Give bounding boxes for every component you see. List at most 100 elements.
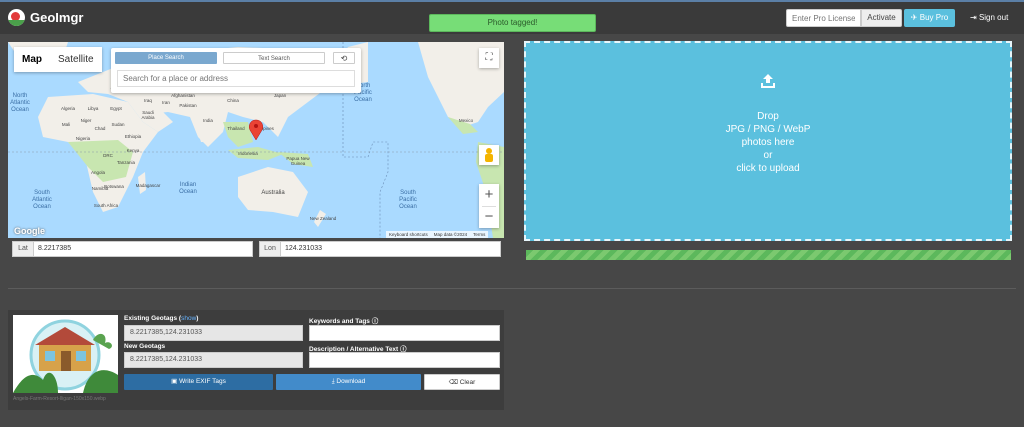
upload-progress-bar xyxy=(526,250,1011,260)
sign-out-link[interactable]: ⇥ Sign out xyxy=(970,9,1008,27)
buy-pro-button[interactable]: ✈ Buy Pro xyxy=(904,9,955,27)
label-nigeria: Nigeria xyxy=(76,136,91,141)
resort-photo-image xyxy=(13,319,118,393)
existing-geotags-field: 8.2217385,124.231033 xyxy=(124,325,303,341)
label-algeria: Algeria xyxy=(61,106,76,111)
map-data-credit: Map data ©2024 xyxy=(433,232,468,237)
lon-label: Lon xyxy=(260,242,281,256)
new-geotags-field[interactable]: 8.2217385,124.231033 xyxy=(124,352,303,368)
label-tanzania: Tanzania xyxy=(117,160,136,165)
new-geotags-label: New Geotags xyxy=(124,343,166,350)
dropzone-text: Drop JPG / PNG / WebP photos here or cli… xyxy=(526,110,1010,175)
label-libya: Libya xyxy=(88,106,99,111)
lat-field: Lat 8.2217385 xyxy=(12,241,253,257)
label-mali: Mali xyxy=(62,122,70,127)
label-indonesia: Indonesia xyxy=(238,151,258,156)
label-iran: Iran xyxy=(162,100,170,105)
label-new-zealand: New Zealand xyxy=(310,216,337,221)
show-geotags-link[interactable]: show xyxy=(181,315,196,322)
write-exif-label: Write EXIF Tags xyxy=(179,378,226,385)
lon-input[interactable]: 124.231033 xyxy=(281,242,322,256)
download-label: Download xyxy=(336,378,366,385)
paper-plane-icon: ✈ xyxy=(910,13,920,22)
zoom-out-button[interactable]: − xyxy=(479,206,499,228)
label-kenya: Kenya xyxy=(127,148,140,153)
dropzone-line-3: photos here xyxy=(741,137,795,148)
place-search-input[interactable] xyxy=(117,70,355,87)
keywords-input[interactable] xyxy=(309,325,500,341)
app-logo[interactable]: GeoImgr xyxy=(8,9,83,26)
label-south-atlantic-3: Ocean xyxy=(33,204,51,210)
label-papua-2: Guinea xyxy=(291,161,306,166)
label-india: India xyxy=(203,118,213,123)
success-toast: Photo tagged! xyxy=(429,14,596,32)
street-view-pegman-icon[interactable] xyxy=(479,145,499,165)
terms-link[interactable]: Terms xyxy=(473,231,485,238)
photo-thumbnail xyxy=(13,315,118,393)
label-sudan: Sudan xyxy=(111,122,125,127)
label-afghanistan: Afghanistan xyxy=(171,93,195,98)
activate-button[interactable]: Activate xyxy=(861,9,902,27)
existing-geotags-label-text: Existing Geotags xyxy=(124,315,178,322)
download-button[interactable]: ⤓ Download xyxy=(276,374,421,390)
photo-filename: Angels-Farm-Resort-Iligan-150x150.webp xyxy=(13,396,106,402)
label-north-atlantic-3: Ocean xyxy=(11,107,29,113)
keywords-label-text: Keywords and Tags xyxy=(309,318,370,325)
label-south-atlantic-2: Atlantic xyxy=(32,197,52,203)
map-footer: Keyboard shortcuts Map data ©2024 Terms xyxy=(386,231,489,238)
lat-input[interactable]: 8.2217385 xyxy=(34,242,71,256)
label-thailand: Thailand xyxy=(227,126,245,131)
label-south-pacific-1: South xyxy=(400,190,416,196)
label-south-pacific-3: Ocean xyxy=(399,204,417,210)
label-iraq: Iraq xyxy=(144,98,152,103)
search-panel: Place Search Text Search ⟲ xyxy=(111,48,361,93)
label-angola: Angola xyxy=(91,170,106,175)
sign-out-icon: ⇥ xyxy=(970,13,979,22)
label-south-atlantic-1: South xyxy=(34,190,50,196)
label-china: China xyxy=(227,98,239,103)
fullscreen-icon[interactable]: ⛶ xyxy=(479,48,499,68)
write-exif-button[interactable]: ▣ Write EXIF Tags xyxy=(124,374,273,390)
label-drc: DRC xyxy=(103,153,113,158)
label-south-africa: South Africa xyxy=(94,203,119,208)
app-name: GeoImgr xyxy=(30,10,84,25)
label-botswana: Botswana xyxy=(104,184,124,189)
label-indian-2: Ocean xyxy=(179,189,197,195)
dropzone-line-4: or xyxy=(763,150,773,161)
dropzone-line-2: JPG / PNG / WebP xyxy=(725,124,811,135)
label-south-pacific-2: Pacific xyxy=(399,197,417,203)
description-input[interactable] xyxy=(309,352,500,368)
pro-license-input[interactable] xyxy=(786,9,861,27)
sign-out-label: Sign out xyxy=(978,13,1009,22)
help-icon[interactable]: ⓘ xyxy=(372,318,379,325)
label-north-pacific-3: Ocean xyxy=(354,97,372,103)
reset-history-icon[interactable]: ⟲ xyxy=(333,52,355,64)
label-niger: Niger xyxy=(81,118,92,123)
map-type-satellite[interactable]: Satellite xyxy=(50,47,102,72)
zoom-in-button[interactable]: + xyxy=(479,184,499,206)
label-egypt: Egypt xyxy=(110,106,122,111)
clear-button[interactable]: ⌫ Clear xyxy=(424,374,500,390)
label-north-atlantic-2: Atlantic xyxy=(10,100,30,106)
buy-pro-label: Buy Pro xyxy=(919,13,949,22)
zoom-control: + − xyxy=(479,184,499,228)
label-pakistan: Pakistan xyxy=(179,103,197,108)
label-japan: Japan xyxy=(274,93,287,98)
upload-icon xyxy=(761,74,775,88)
top-navbar: GeoImgr Photo tagged! Activate ✈ Buy Pro… xyxy=(0,0,1024,34)
photo-dropzone[interactable]: Drop JPG / PNG / WebP photos here or cli… xyxy=(524,41,1012,241)
label-chad: Chad xyxy=(95,126,106,131)
map-view[interactable]: North Atlantic Ocean North Pacific Ocean… xyxy=(8,42,504,238)
zoom-divider xyxy=(482,206,496,207)
keyboard-shortcuts-link[interactable]: Keyboard shortcuts xyxy=(389,231,428,238)
tab-place-search[interactable]: Place Search xyxy=(115,52,217,64)
map-type-map[interactable]: Map xyxy=(14,47,50,72)
label-mexico: Mexico xyxy=(459,118,474,123)
tab-text-search[interactable]: Text Search xyxy=(223,52,325,64)
eraser-icon: ⌫ xyxy=(448,379,460,386)
google-logo: Google xyxy=(14,226,45,236)
label-north-atlantic-1: North xyxy=(13,93,28,99)
map-type-control: Map Satellite xyxy=(14,47,102,72)
label-australia: Australia xyxy=(261,190,285,196)
lat-label: Lat xyxy=(13,242,34,256)
